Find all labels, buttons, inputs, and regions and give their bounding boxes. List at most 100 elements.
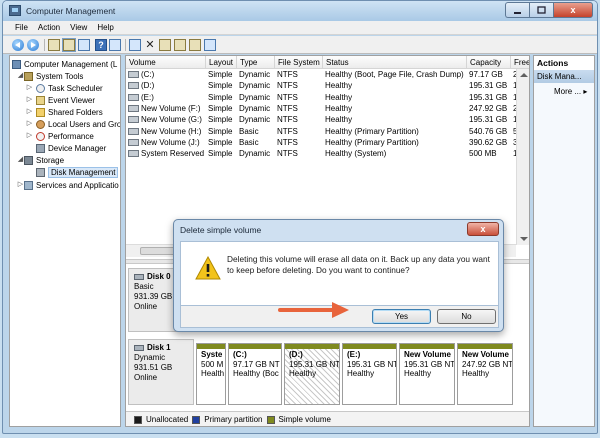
close-button[interactable]: x bbox=[553, 2, 593, 18]
cell-capacity: 195.31 GB bbox=[469, 92, 508, 102]
column-header-volume[interactable]: Volume bbox=[126, 56, 206, 69]
disk-properties-button[interactable] bbox=[204, 39, 216, 51]
scroll-up-icon[interactable] bbox=[520, 73, 528, 77]
volume-list-vertical-scrollbar[interactable] bbox=[516, 69, 529, 245]
cell-file-system: NTFS bbox=[277, 137, 298, 147]
column-header-free[interactable]: Free bbox=[511, 56, 529, 69]
scroll-down-icon[interactable] bbox=[520, 237, 528, 241]
tree-item-local-users-and-groups[interactable]: Local Users and Gro bbox=[36, 119, 120, 130]
expander-closed-icon[interactable]: ▷ bbox=[26, 95, 33, 104]
partition-detail: 195.31 GB NT bbox=[404, 359, 455, 369]
properties-button[interactable] bbox=[78, 39, 90, 51]
more-actions-link[interactable]: More ... bbox=[534, 83, 594, 96]
forward-button[interactable] bbox=[27, 39, 39, 51]
cell-status: Healthy (Primary Partition) bbox=[325, 126, 419, 136]
cell-file-system: NTFS bbox=[277, 115, 298, 125]
cell-volume: (D:) bbox=[126, 80, 206, 91]
partition-name: (C:) bbox=[233, 350, 247, 359]
up-folder-button[interactable] bbox=[48, 39, 60, 51]
volume-row[interactable]: (D:)SimpleDynamicNTFSHealthy195.31 GB189… bbox=[126, 80, 529, 91]
menu-bar: File Action View Help bbox=[3, 21, 597, 35]
tree-item-event-viewer[interactable]: Event Viewer bbox=[36, 95, 95, 106]
cell-capacity: 540.76 GB bbox=[469, 126, 508, 136]
back-button[interactable] bbox=[12, 39, 24, 51]
no-button[interactable]: No bbox=[437, 309, 496, 324]
column-header-type[interactable]: Type bbox=[237, 56, 275, 69]
yes-button[interactable]: Yes bbox=[372, 309, 431, 324]
volume-row[interactable]: (E:)SimpleDynamicNTFSHealthy195.31 GB195… bbox=[126, 92, 529, 103]
expander-open-icon[interactable]: ◢ bbox=[17, 155, 24, 164]
device-manager-icon bbox=[36, 144, 45, 153]
column-header-status[interactable]: Status bbox=[323, 56, 467, 69]
tree-item-storage[interactable]: Storage bbox=[24, 155, 64, 166]
tree-item-device-manager[interactable]: Device Manager bbox=[36, 143, 106, 154]
expander-open-icon[interactable]: ◢ bbox=[17, 71, 24, 80]
partition-block[interactable]: (C:) 97.17 GB NT Healthy (Boc bbox=[228, 343, 282, 405]
toolbox-icon bbox=[24, 72, 33, 81]
partition-block[interactable]: New Volume 247.92 GB NT Healthy bbox=[457, 343, 513, 405]
volume-row[interactable]: (C:) Simple Dynamic NTFS Healthy (Boot, Page… bbox=[126, 69, 529, 80]
menu-action[interactable]: Action bbox=[34, 21, 66, 34]
volume-row[interactable]: New Volume (G:) Simple Dynamic NTFS Healthy 1… bbox=[126, 114, 529, 125]
users-icon bbox=[36, 120, 45, 129]
menu-view[interactable]: View bbox=[66, 21, 93, 34]
minimize-button[interactable] bbox=[505, 2, 529, 18]
cell-capacity: 247.92 GB bbox=[469, 103, 508, 113]
disk-icon bbox=[134, 344, 144, 351]
column-header-capacity[interactable]: Capacity bbox=[467, 56, 511, 69]
column-header-file-system[interactable]: File System bbox=[275, 56, 323, 69]
cell-capacity: 97.17 GB bbox=[469, 70, 503, 79]
column-header-layout[interactable]: Layout bbox=[206, 56, 237, 69]
tree-item-system-tools[interactable]: System Tools bbox=[24, 71, 83, 82]
help-button[interactable]: ? bbox=[95, 39, 107, 51]
warning-icon bbox=[195, 256, 221, 280]
refresh-button[interactable] bbox=[129, 39, 141, 51]
volume-icon bbox=[128, 127, 139, 135]
volume-row[interactable]: New Volume (J:) Simple Basic NTFS Healthy (P… bbox=[126, 137, 529, 148]
check-disk-button[interactable] bbox=[159, 39, 171, 51]
show-hide-action-pane-button[interactable] bbox=[109, 39, 121, 51]
cell-status: Healthy bbox=[325, 115, 353, 125]
tree-item-shared-folders[interactable]: Shared Folders bbox=[36, 107, 103, 118]
primary-partition-swatch bbox=[192, 415, 201, 424]
expander-closed-icon[interactable]: ▷ bbox=[26, 107, 33, 116]
event-viewer-icon bbox=[36, 96, 45, 105]
dialog-message: Deleting this volume will erase all data… bbox=[227, 254, 490, 275]
actions-section-disk-management[interactable]: Disk Mana... bbox=[534, 70, 594, 83]
cell-status: Healthy (System) bbox=[325, 149, 387, 159]
partition-block[interactable]: (E:) 195.31 GB NT Healthy bbox=[342, 343, 397, 405]
volume-row[interactable]: System Reserved Simple Dynamic NTFS Healthy … bbox=[126, 148, 526, 159]
tree-item-performance[interactable]: Performance bbox=[36, 131, 94, 142]
delete-button[interactable]: ✕ bbox=[144, 39, 156, 51]
tree-item-computer-management[interactable]: Computer Management (L bbox=[12, 59, 117, 70]
expander-closed-icon[interactable]: ▷ bbox=[26, 83, 33, 92]
expander-closed-icon[interactable]: ▷ bbox=[26, 131, 33, 140]
title-bar[interactable]: Computer Management x bbox=[3, 1, 597, 21]
unallocated-swatch bbox=[134, 415, 142, 424]
maximize-button[interactable] bbox=[529, 2, 553, 18]
expander-closed-icon[interactable]: ▷ bbox=[17, 180, 24, 189]
partition-block[interactable]: New Volume 195.31 GB NT Healthy bbox=[399, 343, 455, 405]
partition-block[interactable]: Syste 500 M Health bbox=[196, 343, 226, 405]
expander-closed-icon[interactable]: ▷ bbox=[26, 119, 33, 128]
tree-item-services-and-applications[interactable]: Services and Applicatio bbox=[24, 180, 119, 191]
disk-1-label[interactable]: Disk 1 Dynamic 931.51 GB Online bbox=[128, 339, 194, 405]
volume-icon bbox=[128, 116, 139, 124]
menu-help[interactable]: Help bbox=[93, 21, 119, 34]
tree-item-disk-management[interactable]: Disk Management bbox=[36, 167, 119, 178]
disk-icon bbox=[134, 273, 144, 280]
cell-type: Dynamic bbox=[239, 115, 271, 125]
volume-row[interactable]: New Volume (F:) Simple Dynamic NTFS Healthy 2… bbox=[126, 103, 529, 114]
tree-item-task-scheduler[interactable]: Task Scheduler bbox=[36, 83, 103, 94]
partition-block[interactable]: (D:) 195.31 GB NT Healthy bbox=[284, 343, 340, 405]
volume-row[interactable]: New Volume (H:) Simple Basic NTFS Healthy (P… bbox=[126, 126, 529, 137]
cell-layout: Simple bbox=[208, 81, 233, 91]
cell-type: Basic bbox=[239, 137, 259, 147]
dialog-close-button[interactable]: x bbox=[467, 222, 499, 236]
menu-file[interactable]: File bbox=[11, 21, 34, 34]
explore-button[interactable] bbox=[189, 39, 201, 51]
partition-detail: Health bbox=[201, 369, 225, 378]
cell-volume: New Volume (G:) bbox=[126, 114, 206, 125]
open-folder-button[interactable] bbox=[174, 39, 186, 51]
show-hide-console-tree-button[interactable] bbox=[62, 38, 76, 52]
